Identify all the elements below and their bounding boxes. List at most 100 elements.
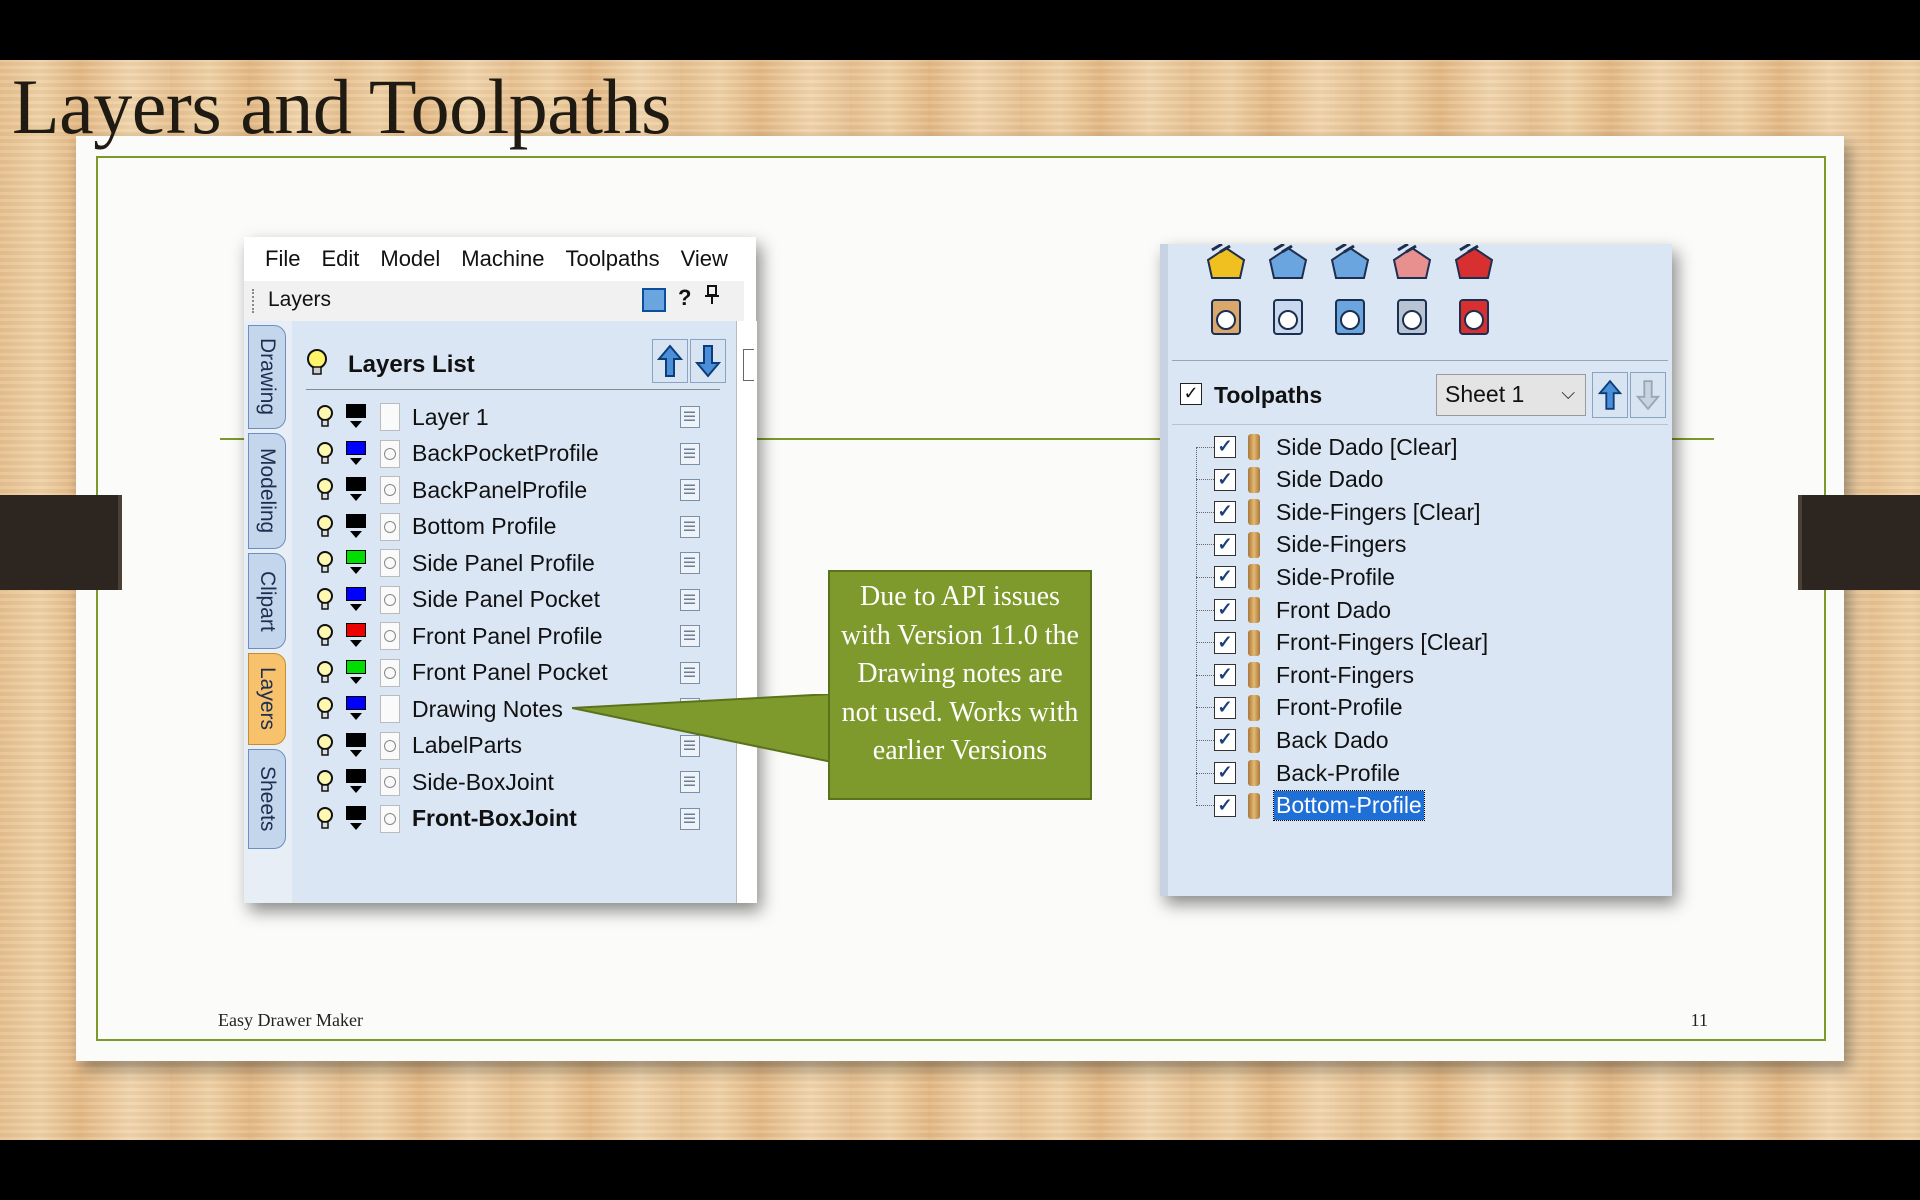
layer-row[interactable]: Front Panel Pocket: [306, 655, 726, 691]
layer-sheet-icon[interactable]: [680, 661, 700, 684]
toolpath-house-2-icon[interactable]: [1328, 242, 1372, 288]
toolpath-checkbox[interactable]: ✓: [1214, 762, 1236, 784]
tab-layers[interactable]: Layers: [248, 653, 286, 745]
toolpath-checkbox[interactable]: ✓: [1214, 436, 1236, 458]
menu-model[interactable]: Model: [380, 246, 440, 272]
layer-row[interactable]: BackPocketProfile: [306, 436, 726, 472]
layer-color-swatch[interactable]: [346, 805, 366, 832]
move-layer-up-button[interactable]: [652, 339, 688, 383]
layer-color-swatch[interactable]: [346, 550, 366, 576]
lightbulb-icon[interactable]: [316, 733, 334, 758]
toolpath-name: Side-Fingers [Clear]: [1276, 498, 1481, 525]
layer-color-swatch[interactable]: [346, 659, 366, 686]
toolpath-row[interactable]: ✓ Side Dado [Clear]: [1196, 431, 1666, 463]
toolpath-checkbox[interactable]: ✓: [1214, 664, 1236, 687]
move-layer-down-button[interactable]: [690, 339, 726, 383]
lightbulb-icon[interactable]: [316, 587, 334, 612]
layer-row[interactable]: Side Panel Pocket: [306, 582, 726, 618]
toolpath-checkbox[interactable]: ✓: [1214, 696, 1236, 719]
toolpath-row[interactable]: ✓ Front-Fingers: [1196, 659, 1666, 691]
tab-clipart[interactable]: Clipart: [248, 553, 286, 649]
menu-file[interactable]: File: [265, 246, 300, 272]
toolpath-row[interactable]: ✓ Side-Fingers: [1196, 529, 1666, 561]
tab-modeling[interactable]: Modeling: [248, 433, 286, 549]
layer-sheet-icon[interactable]: [680, 625, 700, 647]
menu-toolpaths[interactable]: Toolpaths: [565, 246, 659, 272]
layer-color-swatch[interactable]: [346, 696, 366, 722]
layer-color-swatch[interactable]: [346, 769, 366, 795]
layer-sheet-icon[interactable]: [680, 442, 700, 465]
lightbulb-icon[interactable]: [316, 770, 334, 794]
help-icon[interactable]: ?: [678, 285, 691, 311]
tab-sheets[interactable]: Sheets: [248, 749, 286, 849]
toolpath-row[interactable]: ✓ Front-Profile: [1196, 692, 1666, 724]
layer-color-swatch[interactable]: [346, 477, 366, 503]
menu-machine[interactable]: Machine: [461, 246, 544, 272]
layer-sheet-icon[interactable]: [680, 771, 700, 793]
lightbulb-icon[interactable]: [316, 660, 334, 685]
layer-color-swatch[interactable]: [346, 404, 366, 430]
panel-grip[interactable]: [252, 289, 257, 313]
lightbulb-icon[interactable]: [316, 697, 334, 721]
move-toolpath-down-button[interactable]: [1630, 372, 1666, 418]
lightbulb-icon[interactable]: [316, 478, 334, 502]
toolpath-checkbox[interactable]: ✓: [1214, 533, 1236, 556]
move-toolpath-up-button[interactable]: [1592, 372, 1628, 418]
toolpath-row[interactable]: ✓ Side-Profile: [1196, 561, 1666, 593]
pin-icon[interactable]: [705, 285, 719, 311]
toolpath-checkbox[interactable]: ✓: [1214, 794, 1236, 817]
tab-drawing[interactable]: Drawing: [248, 325, 286, 429]
auto-hide-icon[interactable]: [642, 288, 666, 312]
toolpath-row[interactable]: ✓ Front-Fingers [Clear]: [1196, 627, 1666, 659]
layer-sheet-icon[interactable]: [680, 479, 700, 501]
layer-sheet-icon[interactable]: [680, 807, 700, 830]
open-folder-icon[interactable]: [1204, 242, 1248, 288]
layer-row[interactable]: BackPanelProfile: [306, 472, 726, 508]
lightbulb-icon[interactable]: [316, 624, 334, 648]
layer-row[interactable]: Front Panel Profile: [306, 618, 726, 654]
toolpath-house-icon[interactable]: [1266, 242, 1310, 288]
lightbulb-icon[interactable]: [316, 514, 334, 539]
toolpath-row[interactable]: ✓ Front Dado: [1196, 594, 1666, 626]
toolpath-checkbox[interactable]: ✓: [1214, 631, 1236, 654]
menu-view[interactable]: View: [681, 246, 728, 272]
sliders-icon[interactable]: [1328, 294, 1372, 338]
lightbulb-icon[interactable]: [316, 405, 334, 429]
gcode-save-icon[interactable]: [1452, 294, 1496, 338]
toolpath-checkbox[interactable]: ✓: [1214, 599, 1236, 621]
layer-color-swatch[interactable]: [346, 440, 366, 467]
settings-sheet-icon[interactable]: [1390, 294, 1434, 338]
lightbulb-icon[interactable]: [316, 441, 334, 466]
toolpath-checkbox[interactable]: ✓: [1214, 501, 1236, 524]
toolpath-row[interactable]: ✓ Back-Profile: [1196, 757, 1666, 789]
layer-row[interactable]: Layer 1: [306, 399, 726, 435]
layer-sheet-icon[interactable]: [680, 515, 700, 538]
lightbulb-icon[interactable]: [316, 806, 334, 831]
layer-color-swatch[interactable]: [346, 623, 366, 649]
toolpath-row[interactable]: ✓ Side-Fingers [Clear]: [1196, 496, 1666, 528]
toolpaths-master-checkbox[interactable]: ✓: [1180, 383, 1202, 405]
gcode-clock-icon[interactable]: [1266, 294, 1310, 338]
toolpath-checkbox[interactable]: ✓: [1214, 468, 1236, 491]
layer-row[interactable]: Side Panel Profile: [306, 545, 726, 581]
hand-pointer-icon[interactable]: [1204, 294, 1248, 338]
layer-sheet-icon[interactable]: [680, 588, 700, 611]
toolpath-grid-icon[interactable]: [1390, 242, 1434, 288]
lightbulb-icon[interactable]: [316, 551, 334, 575]
layer-row[interactable]: Side-BoxJoint: [306, 764, 726, 800]
layer-color-swatch[interactable]: [346, 586, 366, 613]
layer-color-swatch[interactable]: [346, 732, 366, 759]
layer-color-swatch[interactable]: [346, 513, 366, 540]
sheet-select[interactable]: Sheet 1 ⌵: [1436, 374, 1586, 416]
toolpath-row[interactable]: ✓ Bottom-Profile: [1196, 790, 1666, 822]
toolpath-checkbox[interactable]: ✓: [1214, 729, 1236, 752]
layer-sheet-icon[interactable]: [680, 406, 700, 428]
toolpath-checkbox[interactable]: ✓: [1214, 566, 1236, 589]
layer-row[interactable]: Bottom Profile: [306, 509, 726, 545]
menu-edit[interactable]: Edit: [321, 246, 359, 272]
toolpath-star-icon[interactable]: [1452, 242, 1496, 288]
layer-row[interactable]: Front-BoxJoint: [306, 801, 726, 837]
toolpath-row[interactable]: ✓ Back Dado: [1196, 724, 1666, 756]
layer-sheet-icon[interactable]: [680, 552, 700, 574]
toolpath-row[interactable]: ✓ Side Dado: [1196, 464, 1666, 496]
